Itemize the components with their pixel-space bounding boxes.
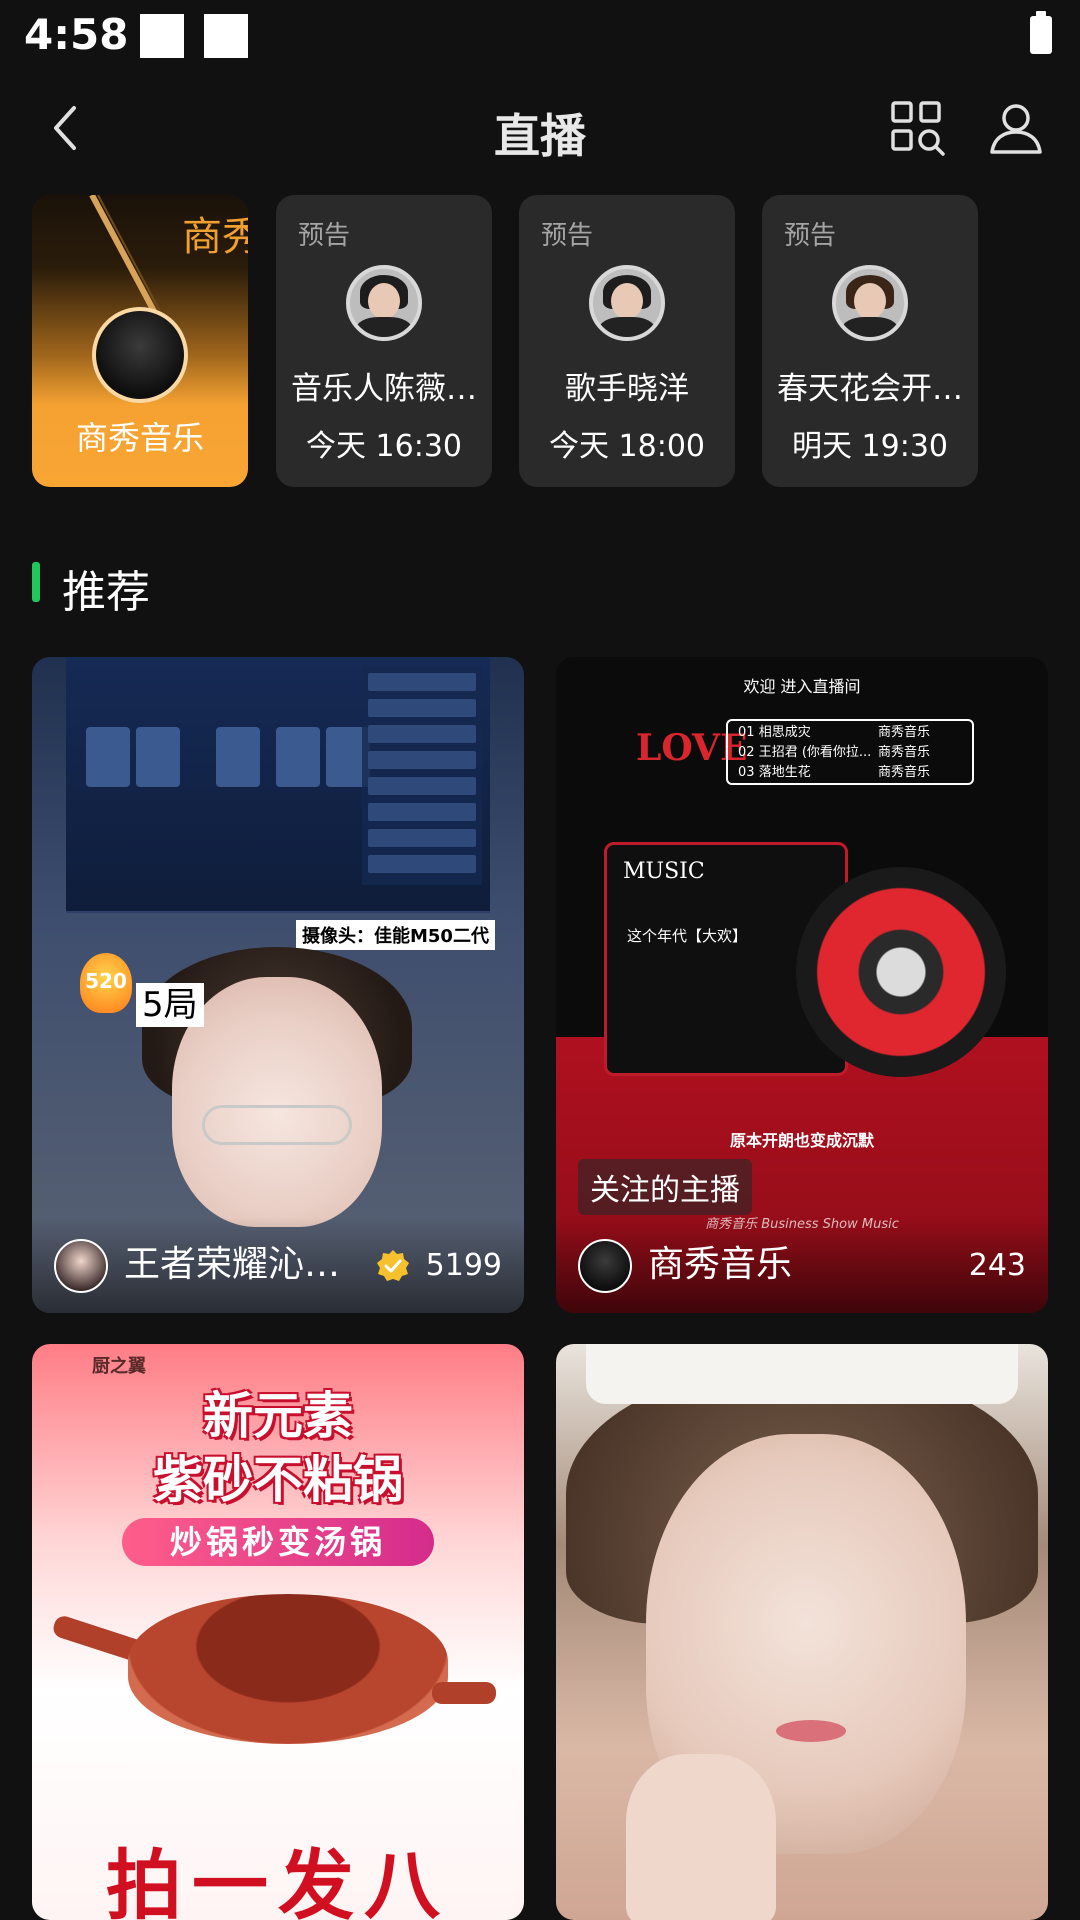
featured-avatar: [92, 307, 188, 403]
stream-tile[interactable]: 欢迎 进入直播间 LOVE 01 相思成灾 商秀音乐 02 王招君 (你看你拉..…: [556, 657, 1048, 1313]
tile-footer: 王者荣耀沁… 5199: [32, 1217, 524, 1313]
avatar: [589, 265, 665, 341]
camera-label: 摄像头：佳能M50二代: [296, 920, 495, 950]
song-item: 02 王招君 (你看你拉... 商秀音乐: [738, 745, 931, 760]
promo-headline: 紫砂不粘锅: [153, 1451, 403, 1509]
brand-label: 厨之翼: [92, 1356, 146, 1377]
grid-search-icon: [891, 101, 945, 156]
avatar: [832, 265, 908, 341]
preview-time: 明天 19:30: [792, 429, 948, 464]
preview-tag: 预告: [298, 221, 351, 251]
viewer-count: 5199: [425, 1248, 502, 1283]
featured-live-card[interactable]: 商秀音乐 商秀音乐: [32, 195, 248, 487]
svg-text:商秀音乐: 商秀音乐: [182, 214, 248, 260]
profile-button[interactable]: [986, 98, 1046, 158]
viewer-count: 243: [968, 1248, 1026, 1283]
avatar: [54, 1239, 108, 1293]
stream-tile[interactable]: 厨之翼 新元素 紫砂不粘锅 炒锅秒变汤锅 拍一发八: [32, 1344, 524, 1920]
song-item: 01 相思成灾 商秀音乐: [738, 725, 931, 740]
preview-tag: 预告: [541, 221, 594, 251]
scan-button[interactable]: [888, 98, 948, 158]
header: 直播: [0, 76, 1080, 186]
section-accent-bar: [32, 562, 40, 602]
verified-icon: [377, 1250, 409, 1281]
preview-time: 今天 16:30: [306, 429, 462, 464]
welcome-strip: 欢迎 进入直播间: [566, 657, 1038, 711]
preview-card[interactable]: 预告 春天花会开… 明天 19:30: [762, 195, 978, 487]
music-word: MUSIC: [623, 859, 705, 884]
game-screenshot: [66, 657, 490, 913]
preview-card[interactable]: 预告 歌手晓洋 今天 18:00: [519, 195, 735, 487]
stream-tile[interactable]: 摄像头：佳能M50二代 520 5局 王者荣耀沁… 5199: [32, 657, 524, 1313]
hat: [586, 1344, 1018, 1404]
round-label: 5局: [136, 983, 204, 1027]
wok-image: [128, 1594, 448, 1744]
avatar: [346, 265, 422, 341]
live-cards-row: 商秀音乐 商秀音乐 预告 音乐人陈薇… 今天 16:30 预告 歌手晓洋 今天 …: [32, 195, 1080, 487]
preview-title: 音乐人陈薇…: [291, 371, 477, 407]
promo-pill: 炒锅秒变汤锅: [122, 1518, 434, 1566]
notification-icon: [204, 14, 248, 58]
preview-time: 今天 18:00: [549, 429, 705, 464]
promo-headline: 新元素: [203, 1387, 353, 1445]
pan-handle: [432, 1682, 496, 1704]
gift-badge: 520: [80, 953, 132, 1013]
status-bar: 4:58: [0, 0, 1080, 76]
featured-name: 商秀音乐: [75, 419, 204, 457]
preview-card[interactable]: 预告 音乐人陈薇… 今天 16:30: [276, 195, 492, 487]
vinyl-record-icon: [796, 867, 1006, 1077]
preview-title: 春天花会开…: [777, 371, 963, 407]
streamer-name: 商秀音乐: [648, 1244, 793, 1285]
notification-icon: [140, 14, 184, 58]
song-list: 01 相思成灾 商秀音乐 02 王招君 (你看你拉... 商秀音乐 03 落地生花商…: [726, 719, 974, 785]
glasses: [202, 1105, 352, 1145]
streamer-name: 王者荣耀沁…: [124, 1244, 341, 1285]
section-title: 推荐: [62, 567, 150, 618]
status-time: 4:58: [24, 10, 129, 59]
welcome-text: 欢迎 进入直播间: [743, 677, 861, 696]
lyric-text: 原本开朗也变成沉默: [729, 1131, 874, 1150]
battery-icon: [1030, 11, 1052, 54]
avatar: [578, 1239, 632, 1293]
lips: [776, 1720, 846, 1742]
followed-badge: 关注的主播: [578, 1159, 752, 1215]
stream-tile[interactable]: [556, 1344, 1048, 1920]
preview-tag: 预告: [784, 221, 837, 251]
song-item: 03 落地生花 商秀音乐: [738, 765, 931, 780]
hand-gesture: [626, 1754, 776, 1920]
preview-title: 歌手晓洋: [565, 371, 689, 407]
promo-slogan: 拍一发八: [106, 1841, 450, 1920]
era-text: 这个年代【大欢】: [627, 927, 748, 945]
user-icon: [990, 104, 1042, 154]
tile-footer: 商秀音乐 243: [556, 1217, 1048, 1313]
